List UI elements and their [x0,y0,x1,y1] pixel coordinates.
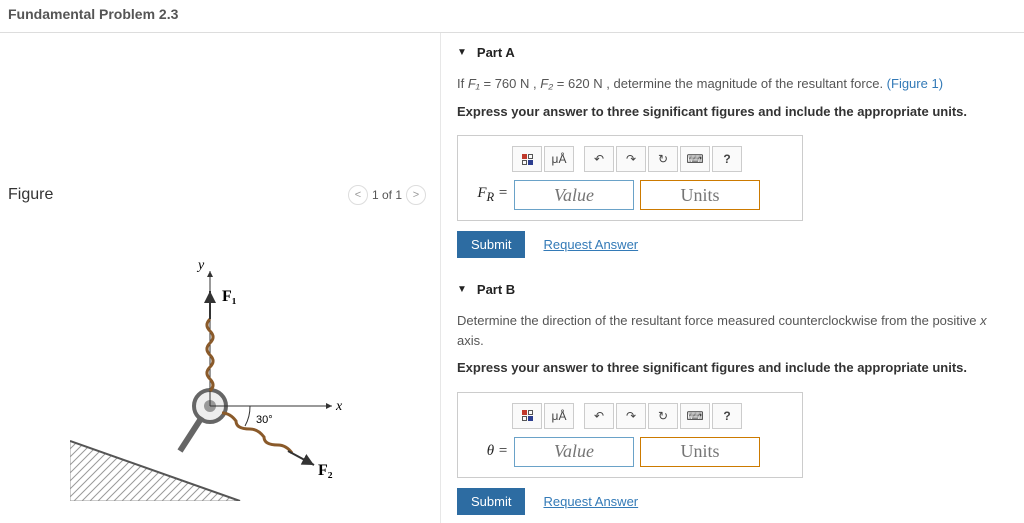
right-panel: ▼ Part A If F₁ = 760 N , F₂ = 620 N , de… [440,33,1024,523]
angle-label: 30° [256,414,273,426]
figure-pager: < 1 of 1 > [348,185,432,205]
part-a-request-answer-link[interactable]: Request Answer [543,237,638,252]
help-icon[interactable]: ? [712,146,742,172]
part-b-instructions: Express your answer to three significant… [457,358,1012,378]
part-b-submit-button[interactable]: Submit [457,488,525,515]
pager-next-button[interactable]: > [406,185,426,205]
special-char-button[interactable]: μÅ [544,403,574,429]
part-a-units-input[interactable] [640,180,760,210]
part-a-answer-box: μÅ ↶ ↷ ↻ ⌨ ? FR = [457,135,803,221]
left-panel: Figure < 1 of 1 > [0,33,440,523]
templates-icon[interactable] [512,146,542,172]
part-a-instructions: Express your answer to three significant… [457,102,1012,122]
reset-icon[interactable]: ↻ [648,403,678,429]
part-b-prompt: Determine the direction of the resultant… [457,311,1012,350]
part-a-collapse-icon[interactable]: ▼ [457,47,467,58]
figure-link[interactable]: (Figure 1) [887,76,943,91]
redo-icon[interactable]: ↷ [616,403,646,429]
part-b-title: Part B [477,282,515,297]
special-char-button[interactable]: μÅ [544,146,574,172]
pager-prev-button[interactable]: < [348,185,368,205]
figure-diagram: y x F₁ F₂ 30° [70,241,370,501]
keyboard-icon[interactable]: ⌨ [680,403,710,429]
part-a-prompt: If F₁ = 760 N , F₂ = 620 N , determine t… [457,74,1012,94]
part-a-submit-button[interactable]: Submit [457,231,525,258]
f2-label: F₂ [318,462,333,479]
part-a-title: Part A [477,45,515,60]
part-b-collapse-icon[interactable]: ▼ [457,284,467,295]
help-icon[interactable]: ? [712,403,742,429]
pager-label: 1 of 1 [372,188,402,202]
part-b-answer-box: μÅ ↶ ↷ ↻ ⌨ ? θ = [457,392,803,478]
x-axis-label: x [335,399,343,414]
part-b-units-input[interactable] [640,437,760,467]
page-title: Fundamental Problem 2.3 [0,0,1024,28]
part-a-var-label: FR = [468,185,508,205]
part-b-value-input[interactable] [514,437,634,467]
keyboard-icon[interactable]: ⌨ [680,146,710,172]
part-b-request-answer-link[interactable]: Request Answer [543,494,638,509]
figure-title: Figure [8,186,53,204]
reset-icon[interactable]: ↻ [648,146,678,172]
f1-label: F₁ [222,288,237,305]
undo-icon[interactable]: ↶ [584,403,614,429]
undo-icon[interactable]: ↶ [584,146,614,172]
part-b-var-label: θ = [468,443,508,460]
templates-icon[interactable] [512,403,542,429]
y-axis-label: y [196,258,205,273]
redo-icon[interactable]: ↷ [616,146,646,172]
part-a-value-input[interactable] [514,180,634,210]
